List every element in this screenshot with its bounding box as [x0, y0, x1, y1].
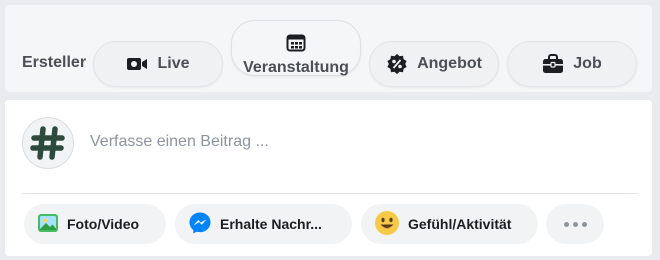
hashtag-logo-icon	[30, 126, 65, 160]
feeling-activity-button[interactable]: Gefühl/Aktivität	[361, 204, 538, 244]
messenger-icon	[188, 211, 212, 238]
photo-video-label: Foto/Video	[67, 216, 140, 232]
offer-button-label: Angebot	[417, 55, 482, 72]
photo-video-button[interactable]: Foto/Video	[24, 204, 166, 244]
composer-divider	[22, 193, 638, 194]
job-button-label: Job	[573, 55, 602, 72]
get-messages-button[interactable]: Erhalte Nachr...	[175, 204, 352, 244]
post-composer-input[interactable]: Verfasse einen Beitrag ...	[90, 133, 269, 151]
more-dots-icon	[563, 221, 587, 227]
job-button[interactable]: Job	[507, 41, 637, 87]
briefcase-icon	[542, 54, 564, 74]
event-button-label: Veranstaltung	[243, 59, 349, 76]
photo-icon	[37, 212, 59, 237]
percent-badge-icon	[386, 53, 408, 75]
more-options-button[interactable]	[546, 204, 604, 244]
avatar[interactable]	[22, 117, 74, 169]
event-button[interactable]: Veranstaltung	[231, 20, 361, 76]
video-camera-icon	[126, 56, 148, 72]
calendar-icon	[286, 33, 306, 53]
creator-label: Ersteller	[22, 54, 87, 71]
smiley-icon	[374, 210, 400, 239]
live-button-label: Live	[157, 55, 190, 72]
feeling-activity-label: Gefühl/Aktivität	[408, 216, 512, 232]
offer-button[interactable]: Angebot	[369, 41, 499, 87]
live-button[interactable]: Live	[93, 41, 223, 87]
get-messages-label: Erhalte Nachr...	[220, 216, 322, 232]
